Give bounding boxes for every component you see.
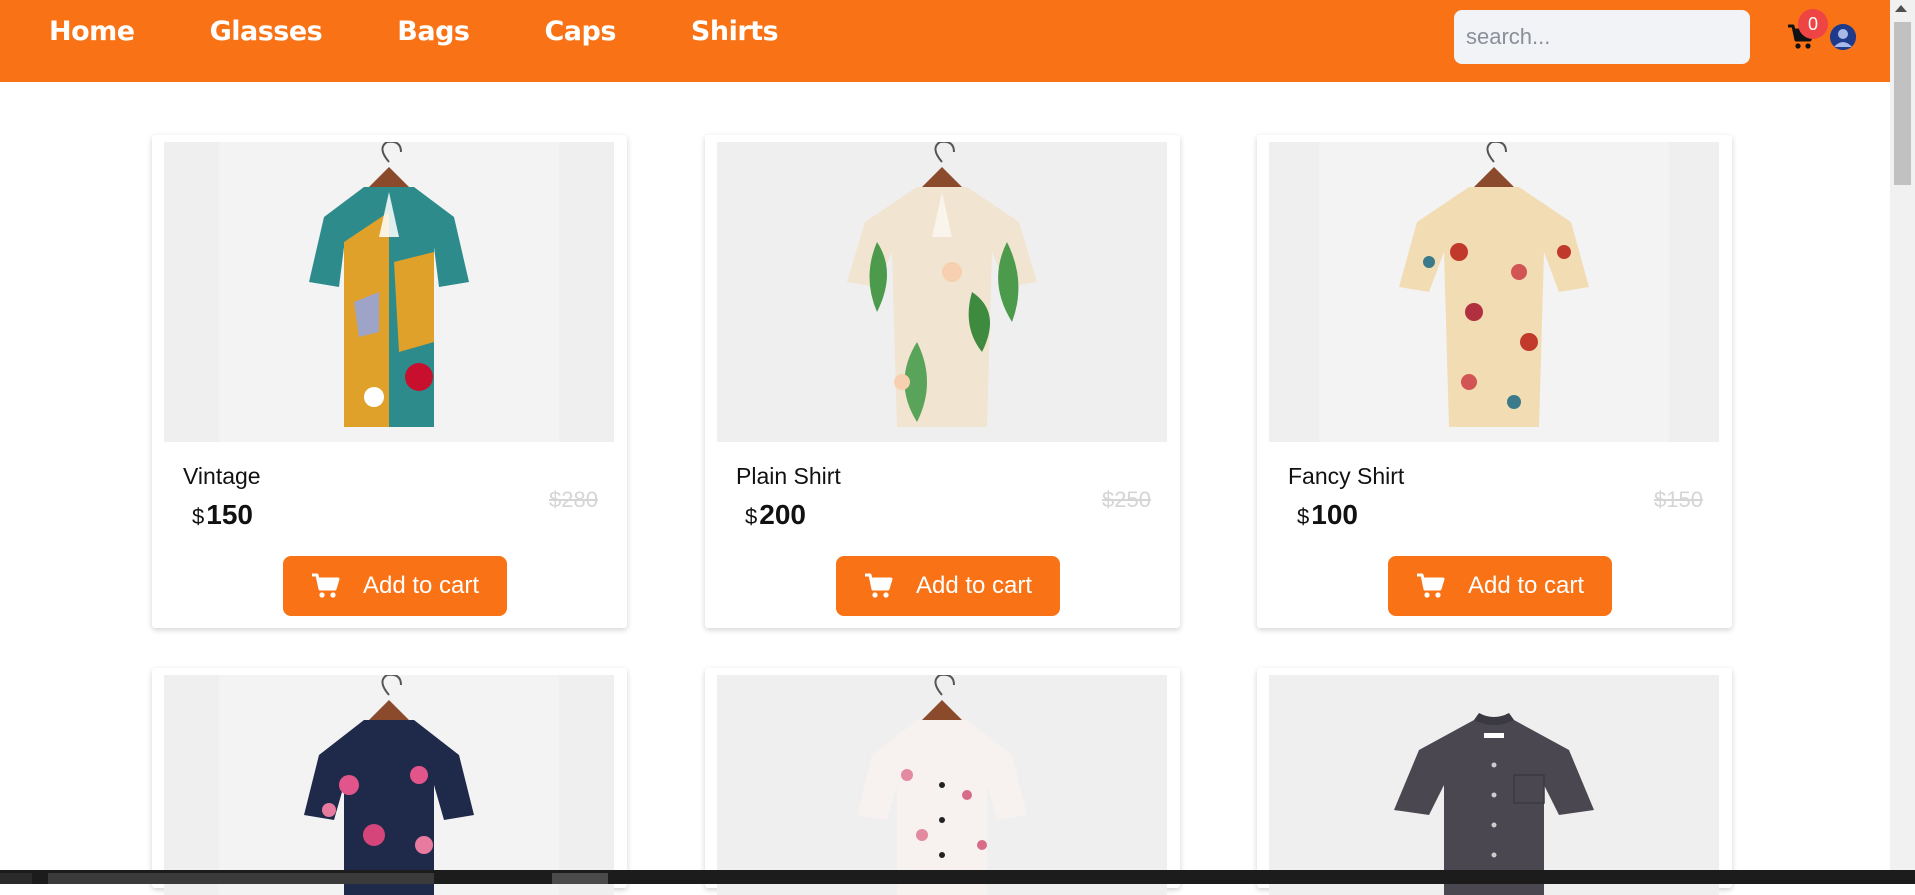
product-card: Vintage $150 $280 Add to cart [152,135,627,628]
product-price: $200 [745,499,806,531]
add-to-cart-button[interactable]: Add to cart [283,556,507,616]
add-to-cart-button[interactable]: Add to cart [836,556,1060,616]
nav-glasses-link[interactable]: Glasses [210,14,323,50]
product-image[interactable] [717,675,1167,895]
product-name[interactable]: Plain Shirt [736,463,841,490]
start-button[interactable] [0,873,32,884]
cart-icon [864,573,893,598]
product-card [1257,668,1732,895]
original-price: $150 [1654,487,1703,512]
scroll-up-arrow-icon[interactable] [1895,5,1907,12]
nav-shirts-link[interactable]: Shirts [691,14,779,50]
product-name[interactable]: Vintage [183,463,261,490]
add-to-cart-label: Add to cart [1467,572,1585,599]
add-to-cart-label: Add to cart [362,572,480,599]
cart-icon [1416,573,1445,598]
cart-count-badge: 0 [1798,9,1828,39]
price-value: 200 [759,499,806,530]
product-image[interactable] [717,142,1167,442]
product-card: Fancy Shirt $100 $150 Add to cart [1257,135,1732,628]
nav-home-link[interactable]: Home [49,14,135,50]
currency-symbol: $ [192,504,205,529]
scrollbar-thumb[interactable] [1894,22,1911,185]
original-price: $280 [549,487,598,512]
currency-symbol: $ [745,504,758,529]
user-avatar-icon[interactable] [1830,24,1856,50]
main-nav: Home Glasses Bags Caps Shirts [49,14,853,50]
add-to-cart-label: Add to cart [915,572,1033,599]
product-card [705,668,1180,895]
product-card: Plain Shirt $200 $250 Add to cart [705,135,1180,628]
currency-symbol: $ [1297,504,1310,529]
product-price: $100 [1297,499,1358,531]
original-price: $250 [1102,487,1151,512]
product-name[interactable]: Fancy Shirt [1288,463,1404,490]
nav-caps-link[interactable]: Caps [544,14,616,50]
price-value: 150 [206,499,253,530]
product-image[interactable] [1269,142,1719,442]
product-price: $150 [192,499,253,531]
product-image[interactable] [164,675,614,895]
add-to-cart-button[interactable]: Add to cart [1388,556,1612,616]
nav-bags-link[interactable]: Bags [397,14,470,50]
product-image[interactable] [1269,675,1719,895]
price-value: 100 [1311,499,1358,530]
search-input[interactable] [1454,10,1750,64]
taskbar-active-app-icon[interactable] [552,873,608,884]
taskbar-search-box[interactable] [48,873,434,884]
cart-icon [311,573,340,598]
product-card [152,668,627,895]
product-image[interactable] [164,142,614,442]
